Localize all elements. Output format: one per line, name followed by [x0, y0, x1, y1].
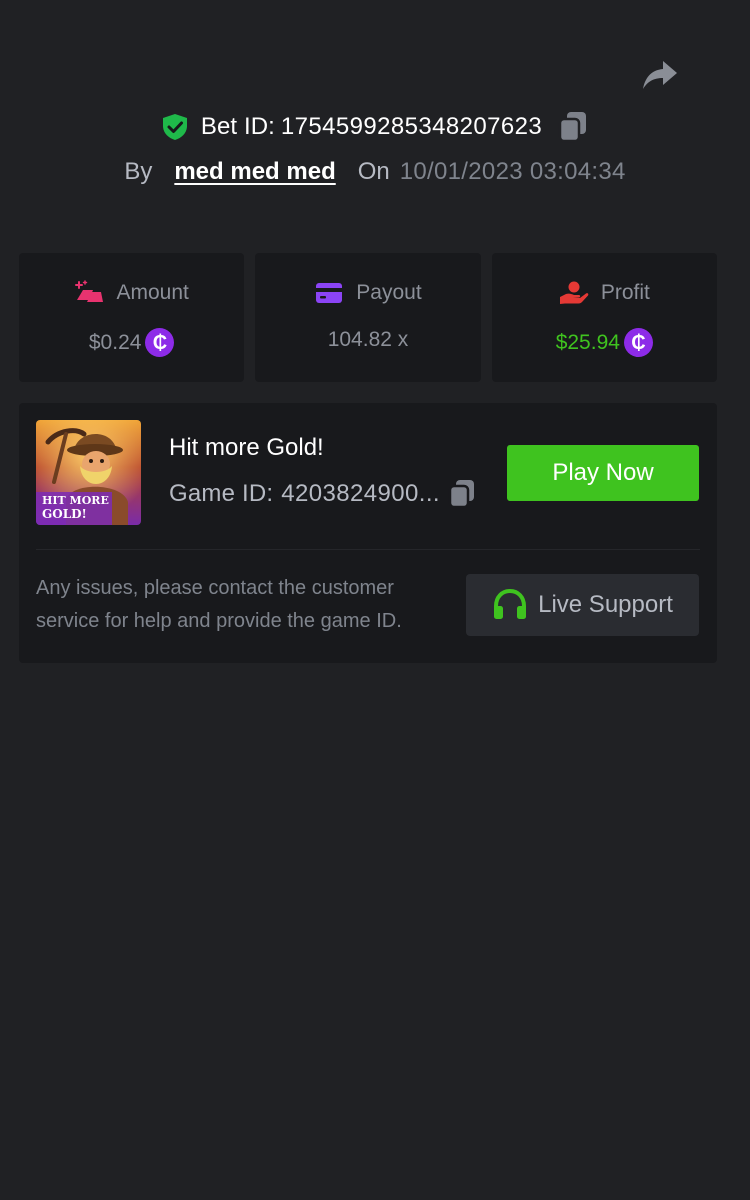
- amount-card: Amount $0.24 ₵: [19, 253, 245, 382]
- copy-game-id-button[interactable]: [448, 479, 476, 509]
- svg-text:GOLD!: GOLD!: [42, 507, 87, 521]
- gold-bar-icon: [74, 280, 104, 306]
- by-label: By: [124, 158, 153, 185]
- payout-label: Payout: [356, 281, 422, 304]
- support-message: Any issues, please contact the customer …: [36, 577, 402, 632]
- live-support-label: Live Support: [538, 591, 673, 618]
- game-id-row: Game ID: 4203824900...: [169, 479, 476, 509]
- bet-date: 10/01/2023 03:04:34: [399, 158, 626, 185]
- copy-bet-id-button[interactable]: [558, 111, 588, 143]
- payout-card: Payout 104.82 x: [255, 253, 481, 382]
- game-title: Hit more Gold!: [169, 434, 324, 461]
- game-id-label: Game ID:: [169, 480, 274, 507]
- bet-author-row: By med med med On 10/01/2023 03:04:34: [0, 155, 750, 189]
- on-label: On: [357, 158, 390, 185]
- bet-id-row: Bet ID: 1754599285348207623: [0, 108, 750, 146]
- share-button[interactable]: [641, 57, 679, 93]
- username-link[interactable]: med med med: [174, 158, 335, 186]
- play-now-button[interactable]: Play Now: [507, 445, 699, 501]
- game-card: HIT MORE GOLD! Hit more Gold! Game ID: 4…: [19, 403, 717, 663]
- wallet-card-icon: [314, 280, 344, 306]
- copy-icon: [558, 112, 587, 143]
- divider: [36, 549, 700, 550]
- payout-value: 104.82 x: [327, 328, 409, 351]
- profit-card: Profit $25.94 ₵: [491, 253, 717, 382]
- share-arrow-icon: [643, 61, 677, 89]
- coin-icon: ₵: [623, 328, 653, 357]
- bet-id-label: Bet ID:: [200, 113, 275, 140]
- coin-icon: ₵: [145, 328, 175, 357]
- live-support-button[interactable]: Live Support: [466, 574, 699, 636]
- thumbnail-lettering: HIT MORE: [42, 494, 109, 507]
- headphones-icon: [492, 589, 528, 621]
- profit-value: $25.94: [555, 330, 620, 354]
- bet-stats: Amount $0.24 ₵ Payout 104.82 x Profit $2…: [19, 253, 717, 382]
- profit-label: Profit: [600, 281, 650, 304]
- bet-id-value: 1754599285348207623: [280, 113, 543, 140]
- game-thumbnail[interactable]: HIT MORE GOLD!: [36, 420, 141, 525]
- amount-value: $0.24: [88, 330, 142, 354]
- copy-icon: [448, 480, 474, 509]
- amount-label: Amount: [116, 281, 189, 304]
- game-id-value: 4203824900...: [281, 480, 440, 507]
- hand-money-icon: [559, 280, 589, 306]
- shield-check-icon: [162, 113, 188, 141]
